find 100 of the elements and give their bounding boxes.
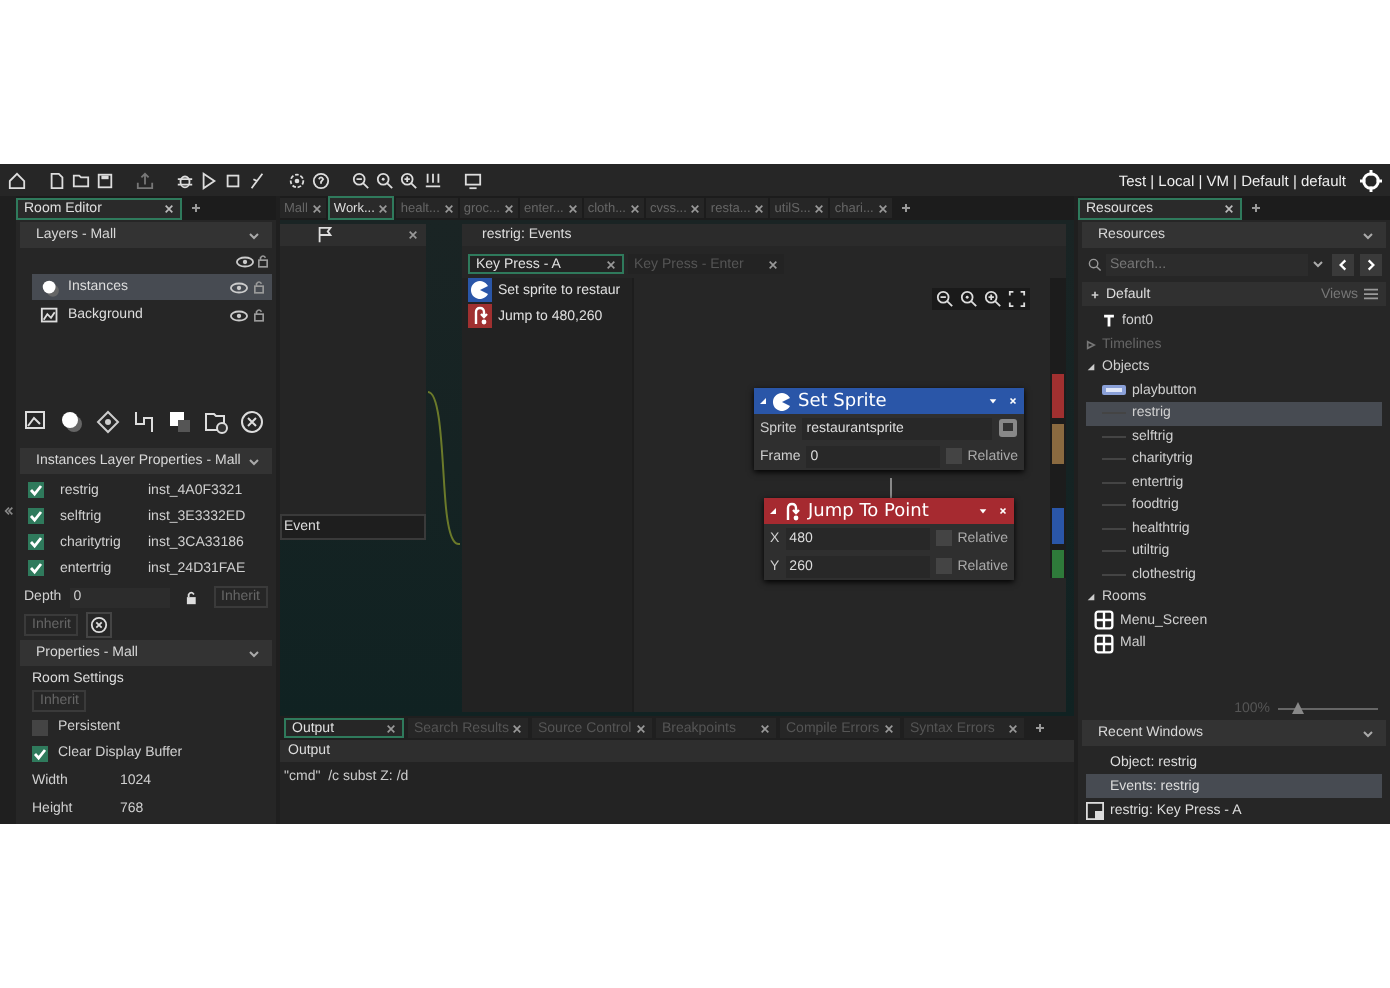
close-icon[interactable] [1224,203,1234,213]
chevron-down-icon[interactable] [248,457,260,465]
expand-arrow-icon[interactable] [1086,592,1096,603]
stop-icon[interactable] [224,171,242,189]
instance-layer-icon [40,277,62,297]
delete-icon[interactable] [86,612,113,638]
collapse-icon[interactable] [3,505,13,515]
close-icon[interactable] [630,203,640,213]
close-icon[interactable] [760,723,770,733]
jump-icon [782,501,802,521]
action-node-header[interactable]: Jump To Point [764,498,1014,524]
close-icon[interactable] [443,203,454,213]
action-palette-drawing[interactable] [1050,278,1066,578]
close-icon[interactable] [408,230,418,240]
instance-checkbox[interactable] [28,534,44,550]
chevron-left-icon [1336,257,1350,271]
chevron-down-icon[interactable] [1312,260,1324,268]
flag-icon[interactable] [316,226,334,244]
close-icon[interactable] [378,203,389,213]
close-icon[interactable] [754,203,765,213]
target-icon[interactable] [1360,169,1382,191]
close-icon[interactable] [636,723,646,733]
image-layer-icon [40,305,62,325]
zoom-slider-thumb[interactable] [1292,702,1304,714]
add-tab-icon[interactable] [899,202,912,214]
save-icon[interactable] [96,171,114,189]
sprite-picker-icon[interactable] [998,418,1018,438]
play-icon[interactable] [200,171,218,189]
instance-checkbox[interactable] [28,482,44,498]
add-tab-icon[interactable] [1250,202,1262,214]
option-checkbox[interactable] [32,745,48,761]
visibility-icon[interactable] [230,309,248,321]
window-icon [1086,801,1104,819]
jump-icon [468,304,492,328]
zoom-out-icon[interactable] [352,171,370,189]
add-path-layer-icon[interactable] [132,410,156,434]
add-tab-icon[interactable] [1034,722,1046,734]
close-icon[interactable] [606,259,616,269]
home-icon[interactable] [8,171,26,189]
fullscreen-icon[interactable] [1008,290,1026,308]
dropdown-icon[interactable] [978,506,988,516]
expand-arrow-icon[interactable] [1086,362,1096,373]
add-tab-icon[interactable] [190,202,202,214]
bug-icon[interactable] [176,171,194,189]
chevron-down-icon[interactable] [248,649,260,657]
room-icon [1094,633,1114,654]
pacman-icon [772,391,792,411]
lock-icon[interactable] [258,254,268,268]
monitor-icon[interactable] [464,171,482,189]
close-icon[interactable] [690,203,701,213]
lock-icon[interactable] [254,308,264,322]
close-icon[interactable] [311,203,322,213]
dropdown-icon[interactable] [988,396,998,406]
collapse-triangle-icon[interactable] [760,398,766,404]
zoom-in-icon[interactable] [400,171,418,189]
chevron-right-icon [1364,257,1378,271]
zoom-reset-icon[interactable] [960,290,978,308]
zoom-out-icon[interactable] [936,290,954,308]
add-asset-layer-icon[interactable] [168,410,192,434]
close-icon[interactable] [512,723,522,733]
pacman-icon [468,278,492,302]
settings-icon[interactable] [288,171,306,189]
add-folder-icon[interactable] [204,410,228,434]
close-icon[interactable] [164,203,174,213]
help-icon[interactable] [312,171,330,189]
close-icon[interactable] [768,259,778,269]
instance-checkbox[interactable] [28,560,44,576]
close-icon[interactable] [814,203,825,213]
chevron-down-icon[interactable] [1362,729,1374,737]
next-button[interactable] [1360,253,1382,275]
zoom-reset-icon[interactable] [376,171,394,189]
close-icon[interactable] [884,723,894,733]
add-background-layer-icon[interactable] [24,410,48,434]
chevron-down-icon[interactable] [248,231,260,239]
zoom-slider[interactable] [1278,702,1378,714]
add-icon[interactable] [1090,289,1100,299]
close-icon[interactable] [1008,723,1018,733]
collapse-triangle-icon[interactable] [770,508,776,514]
close-icon[interactable] [877,203,888,213]
close-icon[interactable] [386,723,396,733]
visibility-icon[interactable] [230,281,248,293]
close-icon[interactable] [503,203,514,213]
close-icon[interactable] [567,203,578,213]
visibility-icon[interactable] [236,255,254,267]
menu-icon[interactable] [1364,288,1378,300]
zoom-in-icon[interactable] [984,290,1002,308]
add-tile-layer-icon[interactable] [96,410,120,434]
search-icon [1088,257,1102,271]
action-node-header[interactable]: Set Sprite [754,388,1024,414]
add-instance-layer-icon[interactable] [60,410,84,434]
option-checkbox[interactable] [32,719,48,735]
new-file-icon[interactable] [48,171,66,189]
previous-button[interactable] [1332,253,1354,275]
room-icon [1094,610,1114,631]
instance-checkbox[interactable] [28,508,44,524]
upload-icon[interactable] [136,171,154,189]
folder-icon[interactable] [72,171,90,189]
lock-icon[interactable] [186,589,198,605]
chevron-down-icon[interactable] [1362,231,1374,239]
sprite-thumbnail-icon [1102,384,1126,397]
